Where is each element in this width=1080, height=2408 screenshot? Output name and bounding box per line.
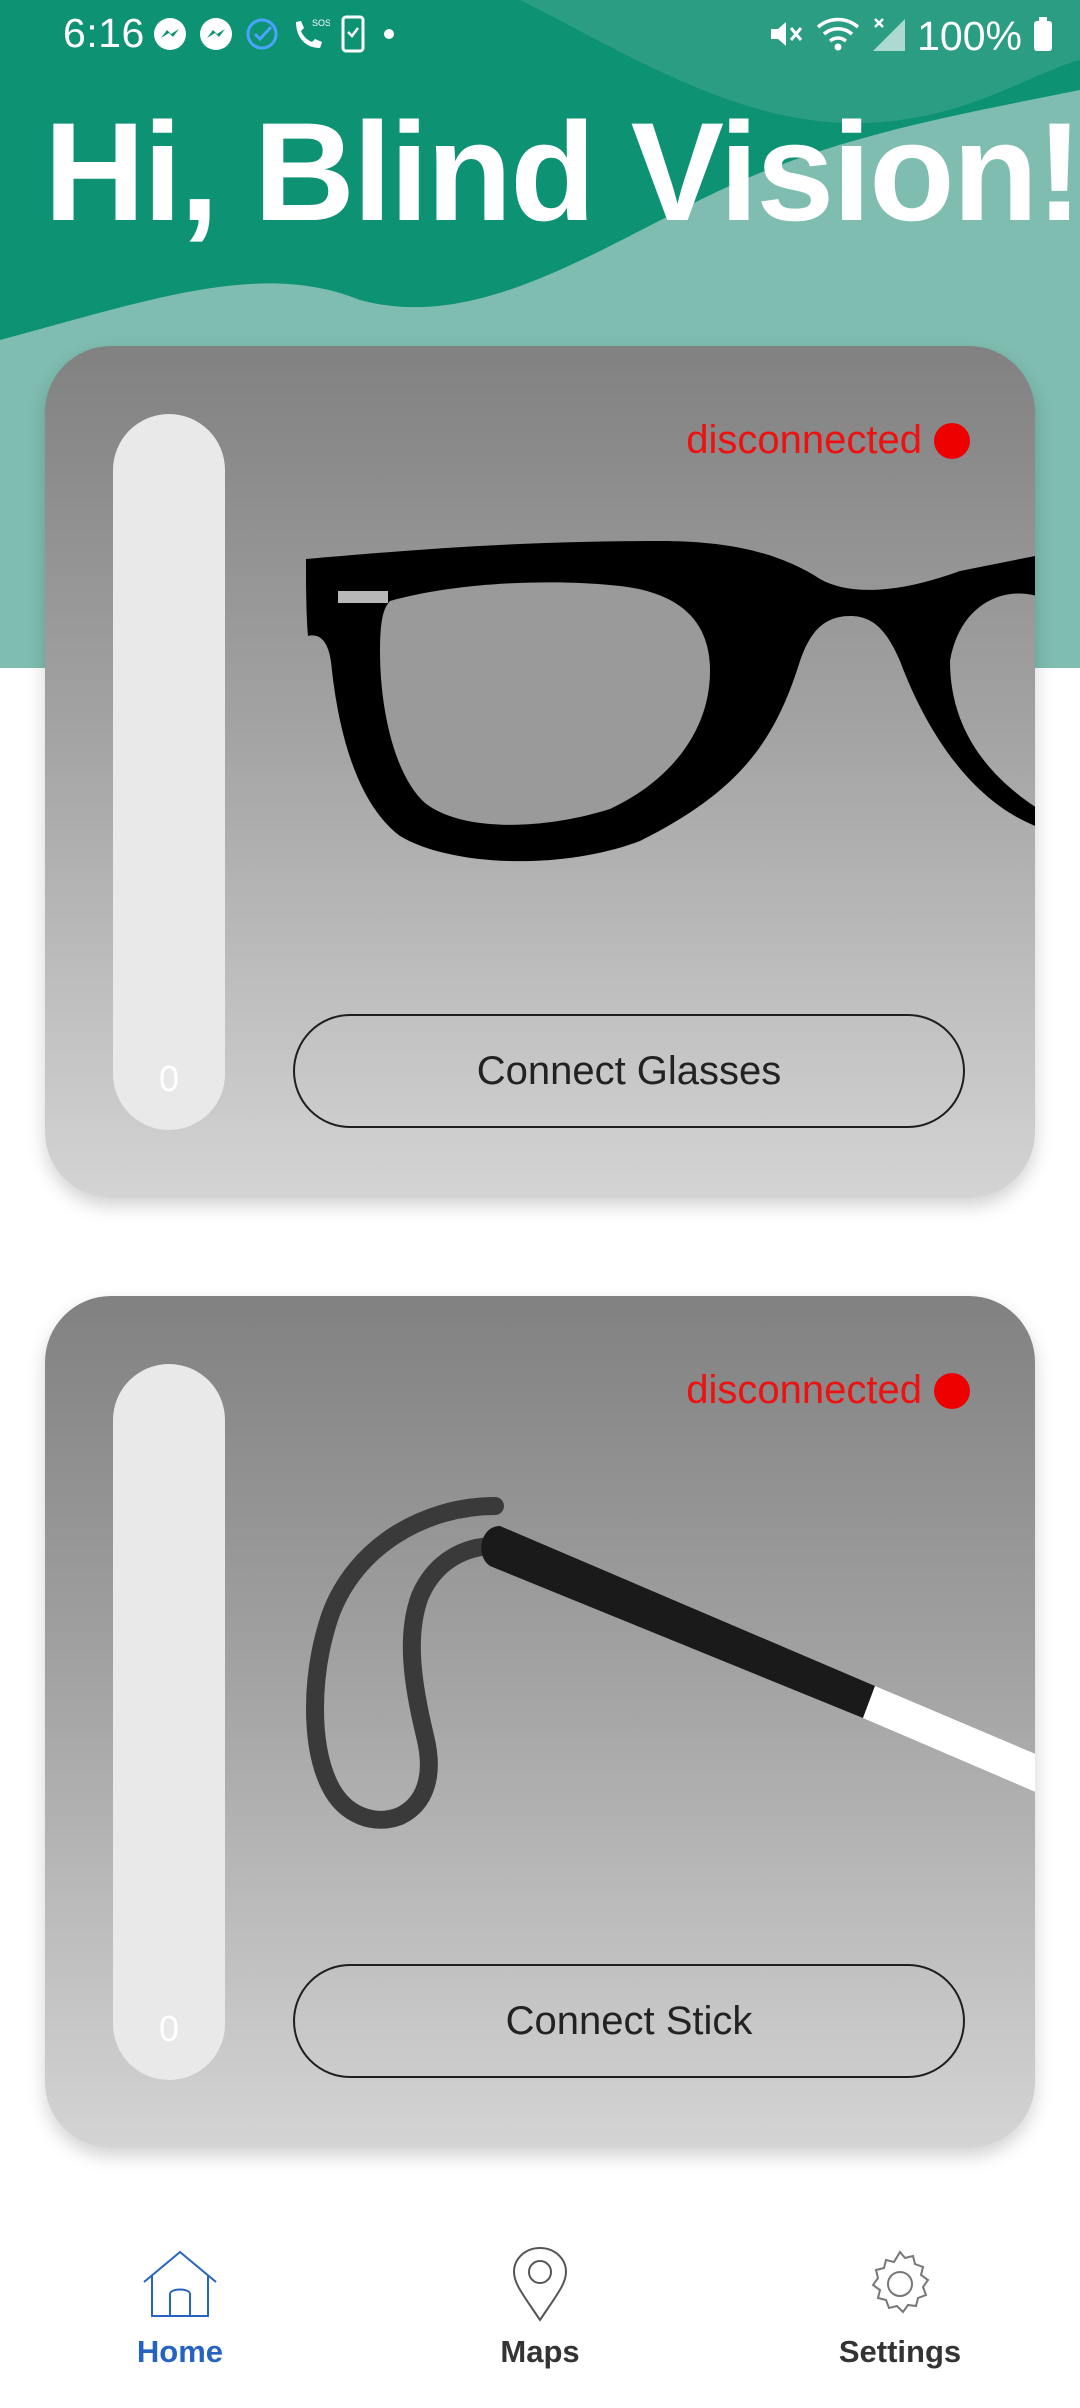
stick-level-value: 0 — [158, 2008, 180, 2049]
nav-maps[interactable]: Maps — [410, 2244, 670, 2370]
status-time: 6:16 — [63, 10, 145, 56]
greeting-title: Hi, Blind Vision! — [44, 93, 1080, 250]
map-pin-icon — [500, 2244, 580, 2324]
check-circle-icon — [244, 16, 280, 57]
connect-glasses-button[interactable]: Connect Glasses — [293, 1014, 965, 1128]
stick-status-text: disconnected — [686, 1368, 922, 1412]
glasses-status-text: disconnected — [686, 418, 922, 462]
battery-icon — [1032, 15, 1054, 58]
home-icon — [140, 2244, 220, 2324]
more-dot-icon — [376, 16, 402, 57]
sos-call-icon: SOS — [290, 16, 331, 57]
stick-level-bar: 0 — [113, 1364, 225, 2080]
wifi-icon — [815, 15, 861, 58]
glasses-icon — [260, 541, 1035, 966]
status-bar: 6:16 SOS 100% — [0, 0, 1080, 72]
messenger-icon — [152, 16, 188, 57]
glasses-status: disconnected — [686, 418, 970, 463]
stick-status-dot — [934, 1372, 970, 1409]
stick-device-card: 0 disconnected Connect Stick — [45, 1296, 1035, 2148]
nav-maps-label: Maps — [500, 2334, 580, 2369]
phone-check-icon — [340, 15, 366, 58]
gear-icon — [860, 2244, 940, 2324]
nav-home[interactable]: Home — [50, 2244, 310, 2370]
connect-stick-button[interactable]: Connect Stick — [293, 1964, 965, 2078]
nav-home-label: Home — [136, 2334, 224, 2369]
glasses-level-value: 0 — [158, 1058, 180, 1099]
nav-settings[interactable]: Settings — [770, 2244, 1030, 2370]
battery-percentage: 100% — [917, 12, 1022, 59]
white-cane-icon — [285, 1486, 1035, 1911]
nav-settings-label: Settings — [838, 2334, 962, 2369]
glasses-level-bar: 0 — [113, 414, 225, 1130]
signal-icon — [871, 15, 907, 58]
system-icons: 100% — [767, 12, 1054, 60]
bottom-navigation: Home Maps Settings — [0, 2198, 1080, 2408]
mute-icon — [767, 15, 805, 58]
stick-status: disconnected — [686, 1368, 970, 1413]
glasses-device-card: 0 disconnected Connect Glasses — [45, 346, 1035, 1198]
glasses-status-dot — [934, 422, 970, 459]
svg-text:SOS: SOS — [312, 18, 330, 28]
messenger-icon — [198, 16, 234, 57]
notification-icons: SOS — [152, 15, 402, 58]
